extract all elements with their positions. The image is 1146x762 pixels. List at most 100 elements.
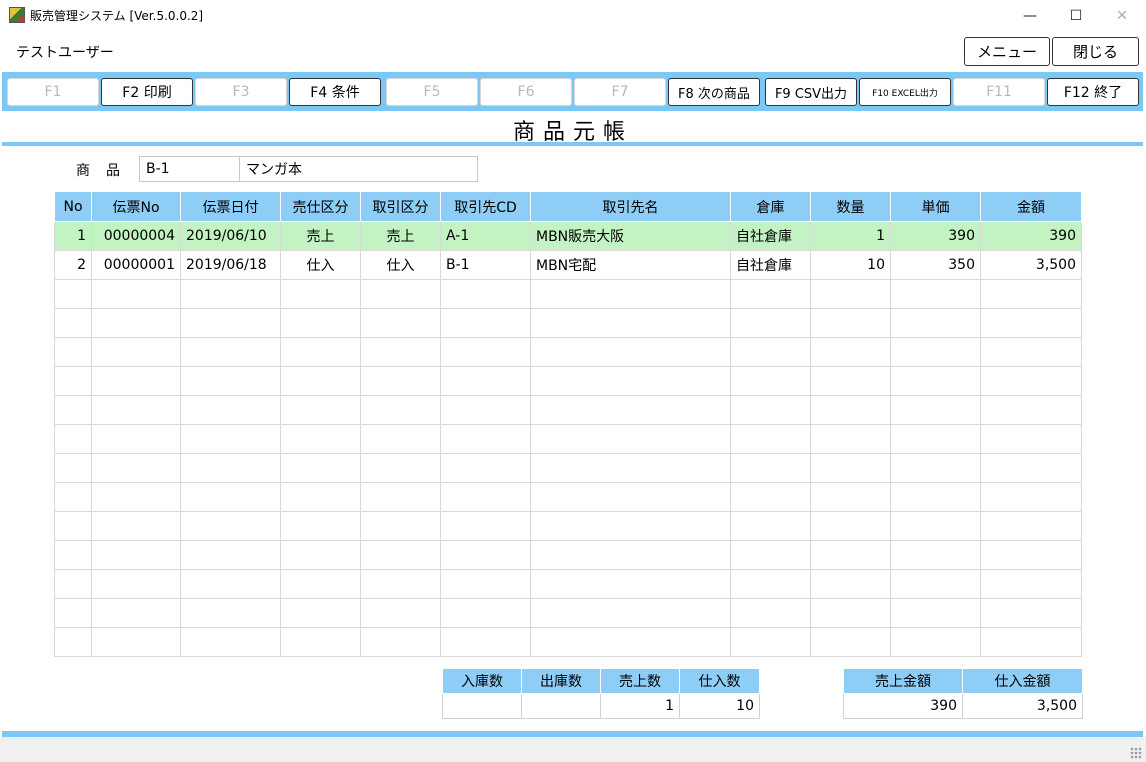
cell-partner-code: B-1 [440,250,531,280]
cell-empty [810,395,891,425]
table-row-empty[interactable] [54,511,1082,541]
f4-condition-button[interactable]: F4 条件 [289,78,381,106]
cell-empty [280,424,361,454]
cell-empty [54,308,92,338]
col-header-slip-date[interactable]: 伝票日付 [180,192,281,222]
col-header-amount[interactable]: 金額 [980,192,1082,222]
cell-empty [440,569,531,599]
table-row-empty[interactable] [54,569,1082,599]
table-row-empty[interactable] [54,424,1082,454]
cell-empty [280,337,361,367]
cell-amount: 390 [980,221,1082,251]
menu-button[interactable]: メニュー [964,37,1050,66]
cell-empty [91,308,181,338]
cell-empty [91,598,181,628]
table-row-empty[interactable] [54,395,1082,425]
amount-summary-table: 売上金額 仕入金額 390 3,500 [843,668,1083,719]
col-header-unit-price[interactable]: 単価 [890,192,981,222]
f1-button[interactable]: F1 [7,78,99,106]
f2-print-button[interactable]: F2 印刷 [101,78,193,106]
table-row-empty[interactable] [54,366,1082,396]
table-row-empty[interactable] [54,308,1082,338]
cell-empty [180,511,281,541]
table-row[interactable]: 1 00000004 2019/06/10 売上 売上 A-1 MBN販売大阪 … [54,221,1082,251]
product-name-field: マンガ本 [239,156,478,182]
cell-empty [890,395,981,425]
f3-button[interactable]: F3 [195,78,287,106]
cell-empty [980,569,1082,599]
table-row-empty[interactable] [54,627,1082,657]
resize-grip-icon[interactable] [1130,747,1142,759]
minimize-button[interactable]: — [1007,0,1053,31]
cell-empty [810,569,891,599]
f12-exit-button[interactable]: F12 終了 [1047,78,1139,106]
col-header-quantity[interactable]: 数量 [810,192,891,222]
cell-empty [440,482,531,512]
cell-empty [730,279,811,309]
cell-empty [530,279,731,309]
f7-button[interactable]: F7 [574,78,666,106]
cell-empty [54,453,92,483]
cell-empty [530,627,731,657]
col-header-partner-code[interactable]: 取引先CD [440,192,531,222]
col-header-slip-no[interactable]: 伝票No [91,192,181,222]
f11-button[interactable]: F11 [953,78,1045,106]
product-label: 商品 [76,163,136,179]
cell-empty [810,337,891,367]
cell-empty [730,511,811,541]
cell-empty [54,395,92,425]
cell-no: 2 [54,250,92,280]
cell-empty [280,540,361,570]
cell-slip-date: 2019/06/18 [180,250,281,280]
cell-empty [91,453,181,483]
cell-empty [980,395,1082,425]
cell-empty [980,308,1082,338]
table-row-empty[interactable] [54,540,1082,570]
f8-next-product-button[interactable]: F8 次の商品 [668,78,760,106]
cell-empty [810,540,891,570]
cell-empty [730,395,811,425]
cell-empty [54,627,92,657]
f6-button[interactable]: F6 [480,78,572,106]
cell-empty [280,366,361,396]
cell-unit-price: 390 [890,221,981,251]
cell-quantity: 1 [810,221,891,251]
col-header-no[interactable]: No [54,192,92,222]
cell-empty [91,482,181,512]
product-code-field[interactable]: B-1 [139,156,240,182]
f5-button[interactable]: F5 [386,78,478,106]
f9-csv-button[interactable]: F9 CSV出力 [765,78,857,106]
cell-empty [280,279,361,309]
col-header-sale-purchase-type[interactable]: 売仕区分 [280,192,361,222]
table-row-empty[interactable] [54,482,1082,512]
cell-empty [360,627,441,657]
table-row-empty[interactable] [54,453,1082,483]
cell-no: 1 [54,221,92,251]
header-sales-qty: 売上数 [600,668,680,694]
close-window-button[interactable]: ✕ [1099,0,1145,31]
cell-empty [810,308,891,338]
cell-empty [730,598,811,628]
close-button[interactable]: 閉じる [1052,37,1139,66]
user-name: テストユーザー [16,45,114,61]
col-header-partner-name[interactable]: 取引先名 [530,192,731,222]
table-row-empty[interactable] [54,598,1082,628]
col-header-warehouse[interactable]: 倉庫 [730,192,811,222]
table-row[interactable]: 2 00000001 2019/06/18 仕入 仕入 B-1 MBN宅配 自社… [54,250,1082,280]
cell-empty [180,308,281,338]
cell-empty [890,482,981,512]
table-row-empty[interactable] [54,337,1082,367]
cell-empty [280,627,361,657]
title-divider [2,142,1143,146]
f10-excel-button[interactable]: F10 EXCEL出力 [859,78,951,106]
cell-empty [440,511,531,541]
table-row-empty[interactable] [54,279,1082,309]
cell-empty [810,366,891,396]
cell-empty [360,511,441,541]
cell-unit-price: 350 [890,250,981,280]
col-header-transaction-type[interactable]: 取引区分 [360,192,441,222]
cell-empty [810,598,891,628]
cell-empty [91,540,181,570]
cell-empty [730,453,811,483]
maximize-button[interactable]: ☐ [1053,0,1099,31]
